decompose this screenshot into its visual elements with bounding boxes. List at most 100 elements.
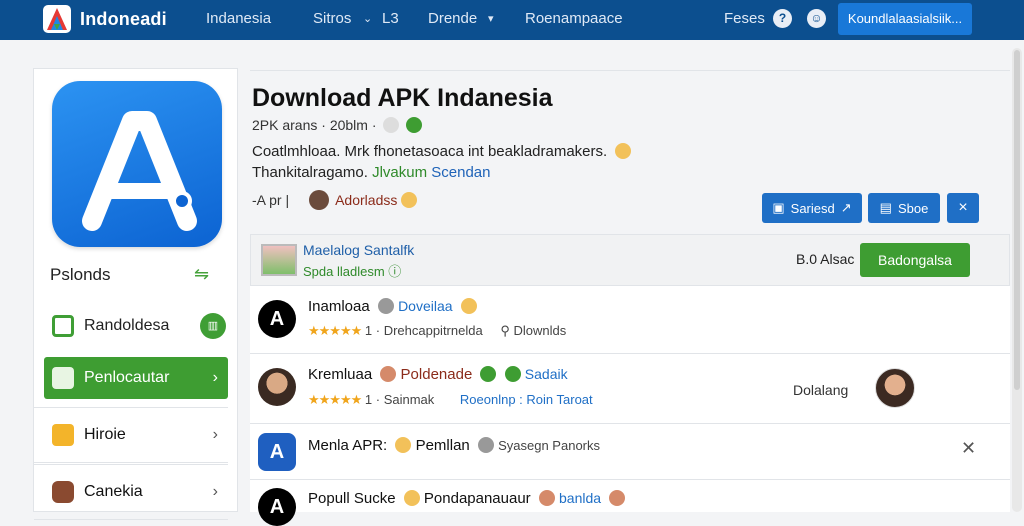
description-link[interactable]: Scendan — [431, 164, 490, 181]
app-a-logo-icon: A — [258, 300, 296, 338]
list-item-tag: Poldenade — [400, 366, 473, 383]
sidebar-item-penlocautar[interactable]: Penlocautar › — [44, 357, 228, 399]
face-emoji-icon — [380, 366, 397, 382]
list-item-link[interactable]: Roeonlnp : Roin Taroat — [460, 392, 593, 407]
folder-icon — [52, 424, 74, 446]
close-button[interactable]: × — [947, 193, 979, 223]
close-icon[interactable]: ✕ — [961, 438, 976, 459]
divider — [250, 70, 1010, 71]
face-emoji-icon — [460, 298, 477, 314]
nav-item-indanesia[interactable]: Indanesia — [206, 10, 271, 27]
featured-subtitle-text: Spda lladlesm — [303, 264, 385, 279]
star-rating-icon: ★★★★★ — [308, 323, 362, 338]
camera-icon — [52, 481, 74, 503]
list-item-tag: Pemllan — [415, 437, 470, 454]
sidebar-item-label: Canekia — [84, 483, 143, 500]
share-icon: ▣ — [772, 200, 785, 215]
description-link[interactable]: Jlvakum — [372, 164, 427, 181]
chevron-right-icon: › — [212, 426, 218, 443]
face-emoji-icon — [538, 490, 555, 506]
star-rating-icon: ★★★★★ — [308, 392, 362, 407]
download-count-text: Dlownlds — [513, 323, 567, 338]
check-icon — [480, 366, 497, 382]
sidebar: Pslonds ⇋ Randoldesa ▥ Penlocautar › Hir… — [33, 68, 238, 520]
verified-icon — [406, 117, 423, 133]
avatar[interactable] — [309, 190, 330, 210]
list-item-name: Popull Sucke — [308, 490, 396, 507]
list-item-meta: ★★★★★ 1 · Sainmak Roeonlnp : Roin Taroat — [308, 392, 593, 408]
refresh-icon[interactable]: ⇋ — [194, 264, 209, 285]
description-line-1: Coatlmhloaa. Mrk fhonetasoaca int beakla… — [252, 143, 632, 160]
list-item[interactable]: A Inamloaa Doveilaa ★★★★★ 1 · Drehcappit… — [250, 286, 1010, 354]
list-item-title: Popull Sucke Pondapanauaur banlda — [308, 490, 626, 507]
featured-thumbnail — [261, 244, 297, 276]
top-navigation-bar: Indoneadi Indanesia Sitros ⌄ L3 Drende ▾… — [0, 0, 1024, 40]
list-item-title: Menla APR: Pemllan Syasegn Panorks — [308, 437, 600, 454]
author-name[interactable]: Adorladss — [335, 192, 397, 208]
list-item[interactable]: A Menla APR: Pemllan Syasegn Panorks ✕ — [250, 424, 1010, 480]
nav-item-drende[interactable]: Drende — [428, 10, 477, 27]
app-meta: 2PK arans · 20blm · — [252, 117, 423, 133]
list-item-tag: Sadaik — [524, 366, 568, 382]
calendar-icon — [52, 315, 74, 337]
face-emoji-icon — [377, 298, 394, 314]
chevron-down-icon[interactable]: ⌄ — [363, 12, 372, 25]
sidebar-item-label: Randoldesa — [84, 317, 170, 334]
avatar[interactable] — [875, 368, 915, 408]
list-item-tag: Syasegn Panorks — [498, 438, 601, 453]
featured-row[interactable]: Maelalog Santalfk Spda lladlesm ⓘ B.0 Al… — [250, 234, 1010, 286]
app-a-logo-icon: A — [258, 488, 296, 526]
list-item-tag: banlda — [559, 490, 602, 506]
list-item-name: Kremluaa — [308, 366, 373, 383]
list-item-status: Dolalang — [793, 382, 849, 398]
meta-text: 2PK arans · 20blm · — [252, 117, 377, 133]
sidebar-item-label: Hiroie — [84, 426, 126, 443]
smile-emoji-icon — [615, 143, 632, 159]
nav-item-sitros[interactable]: Sitros — [313, 10, 351, 27]
list-item-title: Inamloaa Doveilaa — [308, 298, 477, 315]
author-prefix: -A pr | — [252, 192, 290, 208]
scrollbar-thumb[interactable] — [1014, 50, 1020, 390]
question-icon[interactable]: ? — [773, 9, 792, 28]
list-item-name: Inamloaa — [308, 298, 370, 315]
face-emoji-icon — [609, 490, 626, 506]
app-icon — [52, 81, 222, 247]
rating-count: 1 · Sainmak — [364, 392, 435, 407]
list-item[interactable]: Kremluaa Poldenade Sadaik ★★★★★ 1 · Sain… — [250, 354, 1010, 424]
list-item[interactable]: A Popull Sucke Pondapanauaur banlda — [250, 480, 1010, 526]
share-button-label: Sariesd — [790, 200, 835, 216]
face-emoji-icon — [395, 437, 412, 453]
user-icon[interactable]: ☺ — [807, 9, 826, 28]
description-line-2: Thankitalragamo. Jlvakum Scendan — [252, 164, 490, 181]
save-button-label: Sboe — [897, 200, 929, 216]
sidebar-item-hiroie[interactable]: Hiroie › — [34, 407, 228, 463]
download-button[interactable]: Badongalsa — [860, 243, 970, 277]
list-item-tag: Doveilaa — [398, 298, 453, 314]
list-item-meta: ★★★★★ 1 · Drehcappitrnelda ⚲ Dlownlds — [308, 323, 566, 339]
app-logo-icon[interactable] — [42, 4, 72, 34]
list-item-title: Kremluaa Poldenade Sadaik — [308, 366, 568, 383]
share-button[interactable]: ▣ Sariesd ↗ — [762, 193, 862, 223]
save-button[interactable]: ▤ Sboe — [868, 193, 940, 223]
chevron-right-icon: › — [212, 483, 218, 500]
list-item-tag: Pondapanauaur — [423, 490, 531, 507]
top-cta-button[interactable]: Koundlalaasialsiik... — [838, 3, 972, 35]
featured-title[interactable]: Maelalog Santalfk — [303, 242, 414, 258]
author-row: -A pr | Adorladss — [252, 190, 418, 210]
face-emoji-icon — [477, 437, 494, 453]
chevron-down-icon[interactable]: ▾ — [488, 12, 494, 25]
nav-item-roenampaace[interactable]: Roenampaace — [525, 10, 623, 27]
description-text: Coatlmhloaa. Mrk fhonetasoaca int beakla… — [252, 143, 608, 160]
book-icon: ▥ — [200, 313, 226, 339]
sidebar-item-randoldesa[interactable]: Randoldesa ▥ — [44, 305, 228, 347]
nav-item-feses[interactable]: Feses — [724, 10, 765, 27]
nav-item-l3[interactable]: L3 — [382, 10, 399, 27]
featured-price: B.0 Alsac — [796, 251, 855, 267]
brand-name[interactable]: Indoneadi — [80, 9, 167, 30]
flag-icon — [52, 367, 74, 389]
info-icon[interactable] — [383, 117, 400, 133]
page-title: Download APK Indanesia — [252, 84, 553, 112]
app-list: Maelalog Santalfk Spda lladlesm ⓘ B.0 Al… — [250, 234, 1010, 526]
list-item-name: Menla APR: — [308, 437, 388, 454]
chevron-right-icon: › — [212, 369, 218, 386]
